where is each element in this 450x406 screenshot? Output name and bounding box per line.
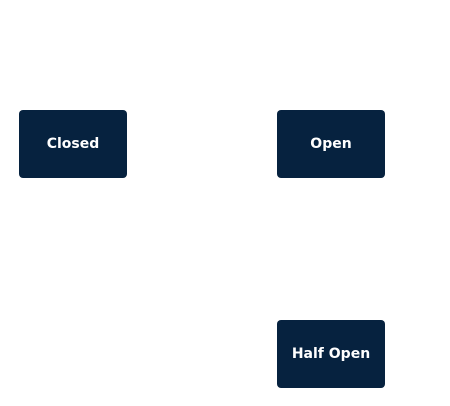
state-node-label: Closed [46,136,100,152]
state-node-label: Half Open [291,346,371,362]
state-node-label: Open [310,136,352,152]
state-node-half-open: Half Open [277,320,385,388]
state-node-open: Open [277,110,385,178]
state-node-closed: Closed [19,110,127,178]
